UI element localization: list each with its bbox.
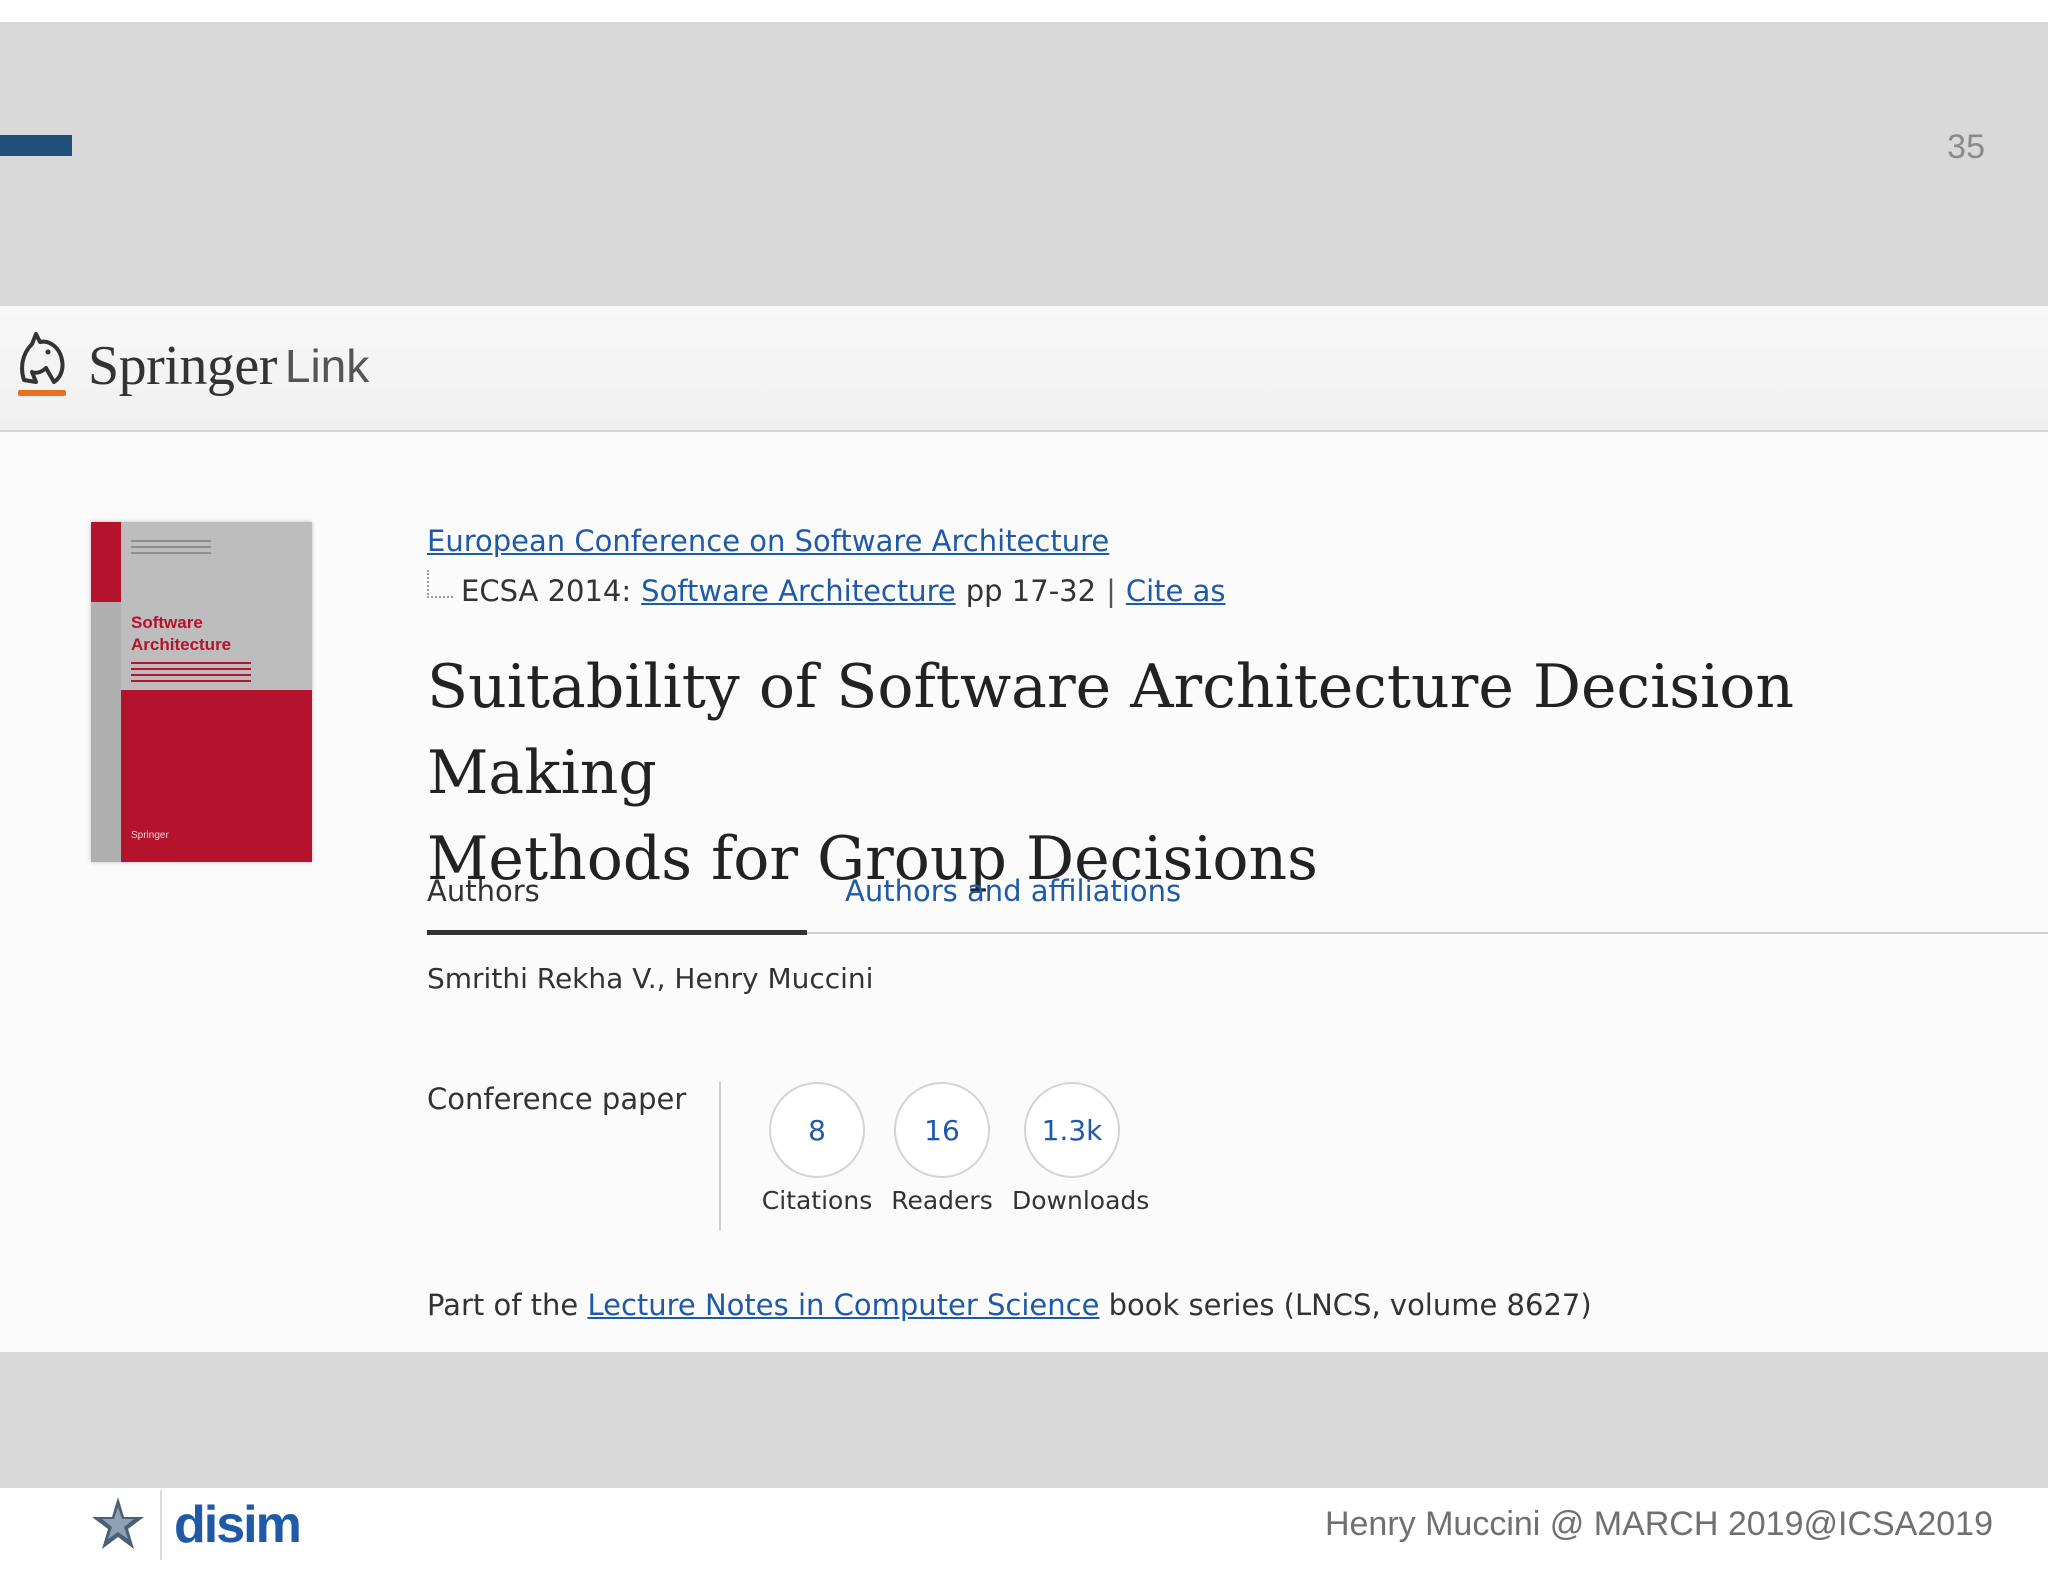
series-prefix: Part of the [427,1288,579,1322]
citations-count: 8 [769,1082,865,1178]
readers-count: 16 [894,1082,990,1178]
metric-readers[interactable]: 16 Readers [882,1082,1002,1215]
tree-connector-icon [427,570,453,598]
content-type: Conference paper [427,1082,687,1116]
disim-star-icon [92,1497,144,1549]
metrics-divider [719,1082,721,1230]
book-series: Part of the Lecture Notes in Computer Sc… [427,1288,1592,1322]
article-content: Software Architecture Springer European … [0,432,2048,1352]
metric-citations[interactable]: 8 Citations [757,1082,877,1215]
slide: 35 Springer Link Software Architecture S… [0,0,2048,1582]
paper-title: Suitability of Software Architecture Dec… [427,644,2027,902]
cite-as-link[interactable]: Cite as [1126,574,1226,608]
springer-link-logo[interactable]: Springer Link [10,326,369,406]
cover-title: Software Architecture [131,612,231,656]
springer-wordmark: Springer [88,335,277,397]
cover-title-line1: Software [131,613,203,632]
cover-title-line2: Architecture [131,635,232,654]
author-list: Smrithi Rekha V., Henry Muccini [427,962,874,995]
tab-authors[interactable]: Authors [427,874,807,935]
cover-publisher: Springer [131,830,169,841]
disim-wordmark: disim [174,1496,302,1554]
separator: | [1106,574,1116,608]
cover-editors [131,540,211,554]
page-range: pp 17-32 [965,574,1097,608]
cover-top-band [91,522,121,602]
series-link[interactable]: Lecture Notes in Computer Science [587,1288,1099,1322]
logo-divider [160,1490,162,1560]
tab-authors-affiliations[interactable]: Authors and affiliations [845,874,1181,908]
author-tabs: Authors Authors and affiliations [427,874,2048,935]
citations-label: Citations [761,1186,873,1215]
springer-horse-icon [18,332,66,396]
link-wordmark: Link [284,340,370,392]
readers-label: Readers [891,1186,993,1215]
conference-link[interactable]: European Conference on Software Architec… [427,524,1109,558]
slide-number: 35 [1947,128,1985,166]
footer-credit: Henry Muccini @ MARCH 2019@ICSA2019 [1324,1505,1993,1543]
springer-header: Springer Link [0,306,2048,432]
metric-downloads[interactable]: 1.3k Downloads [1012,1082,1150,1215]
slide-header-band [0,22,2048,306]
book-cover-image[interactable]: Software Architecture Springer [91,522,312,862]
disim-logo: disim [88,1490,302,1560]
cover-subtitle [131,662,251,682]
book-link[interactable]: Software Architecture [641,574,956,608]
slide-footer-band [0,1352,2048,1488]
article-metrics: Conference paper 8 Citations 16 Readers … [427,1082,1327,1242]
paper-title-line1: Suitability of Software Architecture Dec… [427,652,1795,808]
event-prefix: ECSA 2014: [461,574,632,608]
downloads-count: 1.3k [1024,1082,1120,1178]
accent-bar [0,135,72,156]
book-breadcrumb: ECSA 2014: Software Architecture pp 17-3… [427,570,1226,608]
series-suffix: book series (LNCS, volume 8627) [1108,1288,1592,1322]
downloads-label: Downloads [1012,1186,1150,1215]
